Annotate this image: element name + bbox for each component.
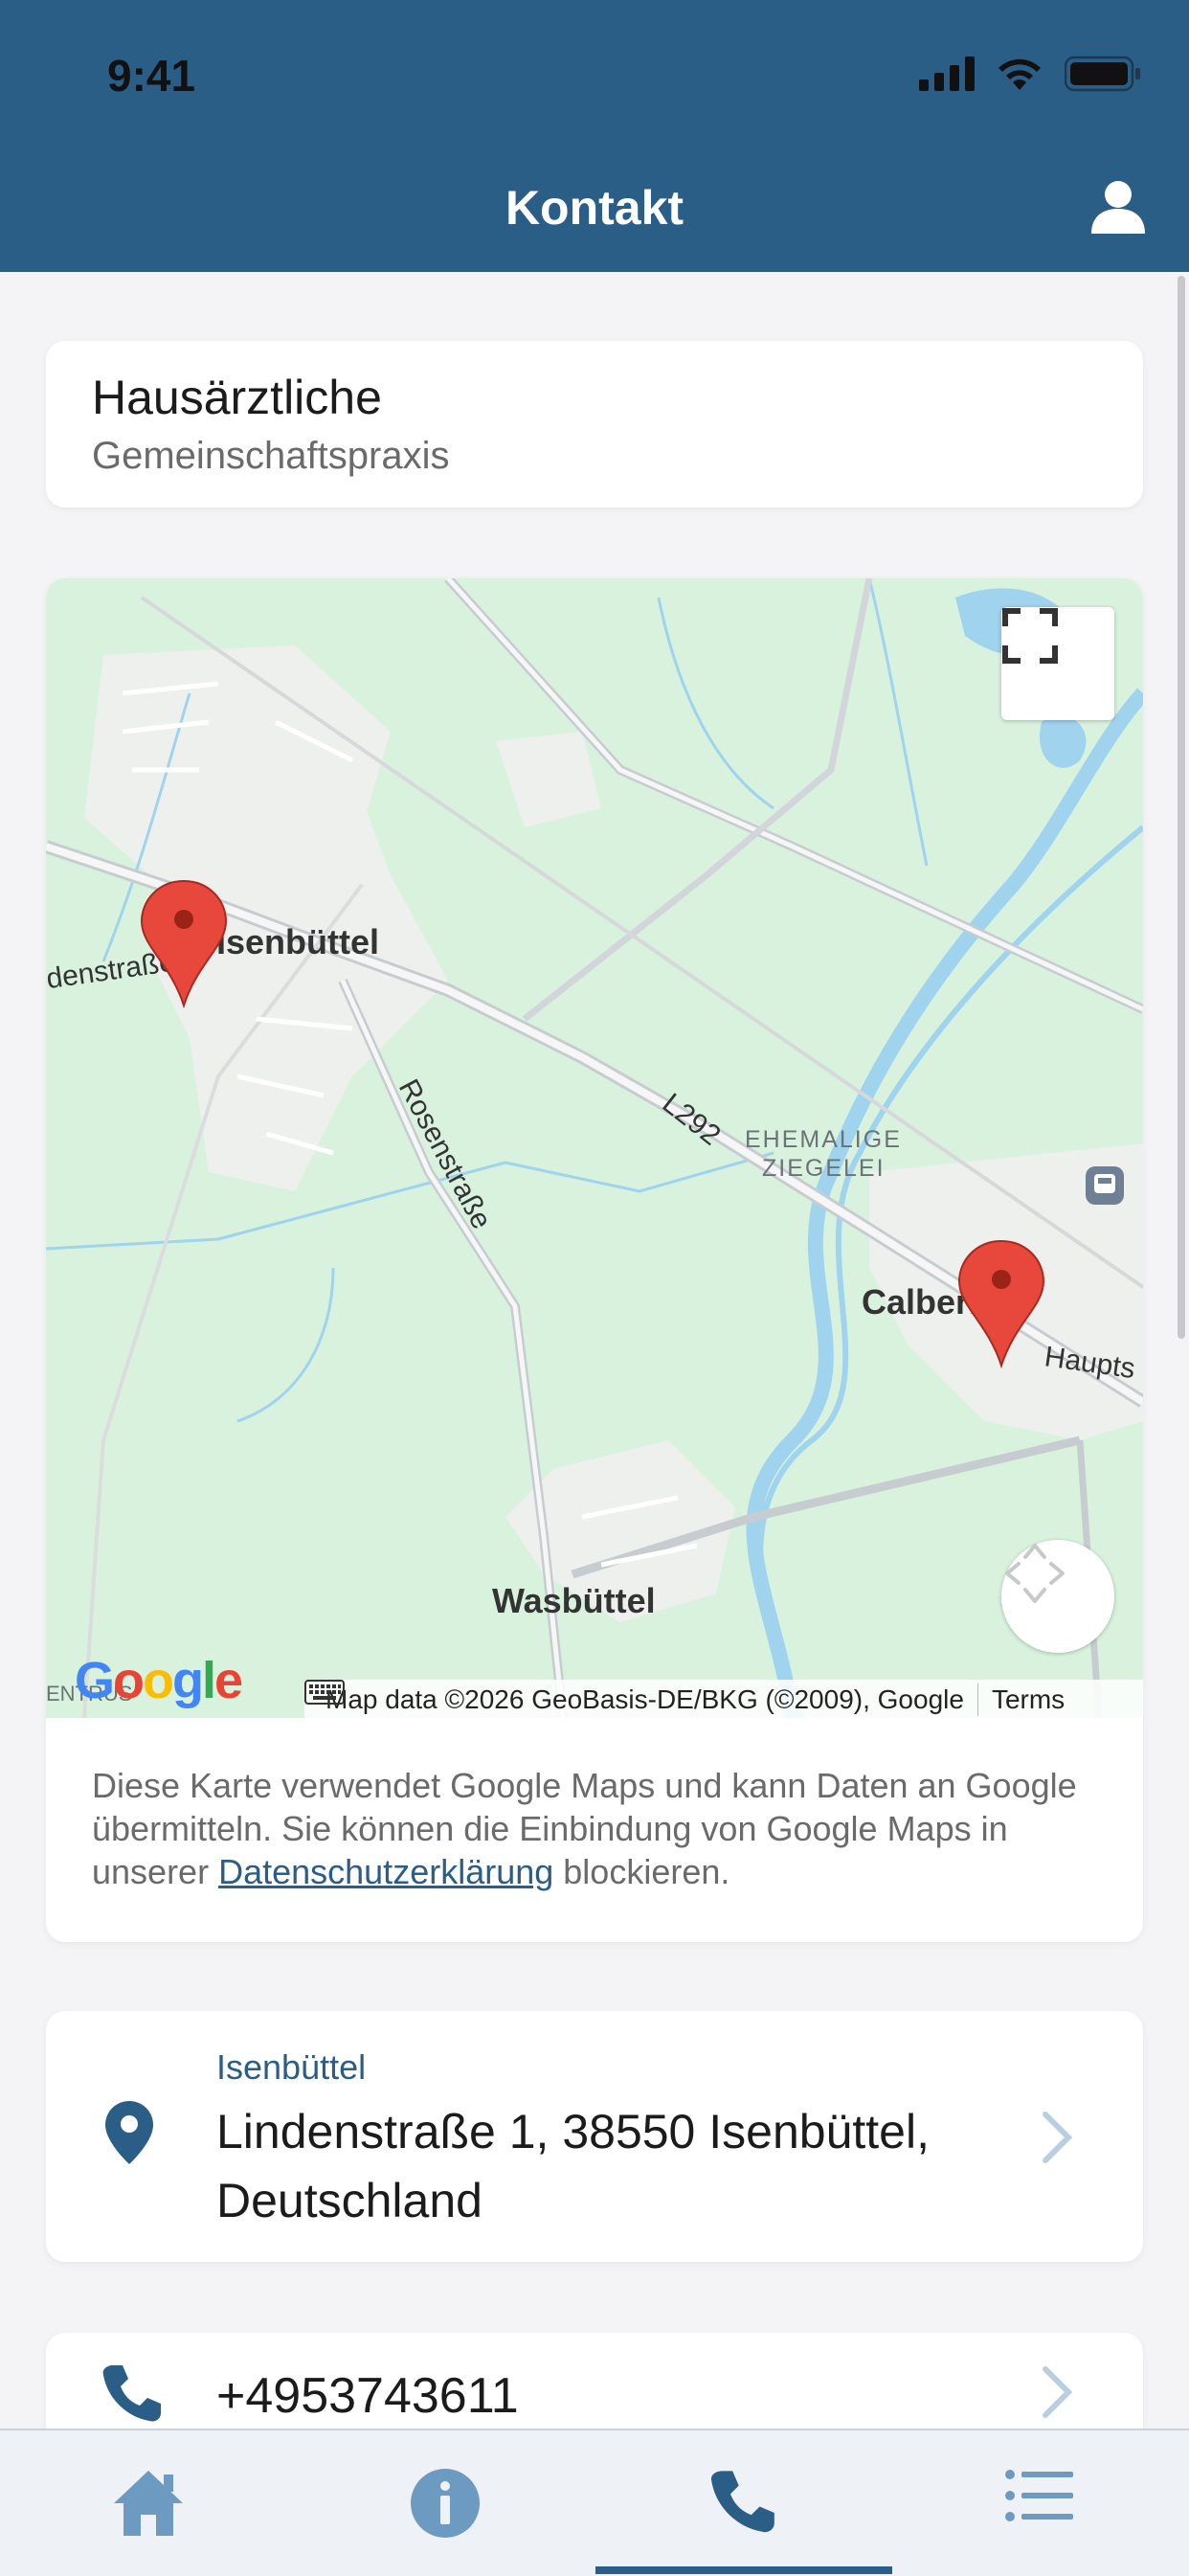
status-icons (919, 56, 1141, 92)
map-graphic: Isenbüttel Calberlah Wasbüttel denstraße… (46, 578, 1143, 1718)
wifi-icon (998, 58, 1041, 90)
map-label-rosenstrasse: Rosenstraße (393, 1074, 498, 1234)
terms-link[interactable]: Terms (992, 1684, 1065, 1715)
signal-icon (919, 56, 975, 91)
home-icon (114, 2471, 183, 2536)
tab-contact[interactable] (594, 2430, 890, 2576)
attribution-divider (976, 1683, 978, 1716)
battery-icon (1065, 56, 1140, 92)
chevron-right-icon (1040, 2109, 1074, 2171)
google-logo: Google (75, 1652, 243, 1709)
map-label-isenbuettel: Isenbüttel (216, 922, 379, 961)
app-header: 9:41 Kontakt (0, 0, 1189, 272)
phone-number: +4953743611 (216, 2368, 519, 2424)
tab-list[interactable] (890, 2430, 1187, 2576)
scrollbar[interactable] (1178, 276, 1185, 1339)
practice-subtitle: Gemeinschaftspraxis (92, 435, 450, 477)
page-title: Kontakt (505, 181, 684, 235)
pan-control-button[interactable] (1001, 1540, 1114, 1653)
tab-home[interactable] (0, 2430, 297, 2576)
privacy-policy-link[interactable]: Datenschutzerklärung (218, 1852, 553, 1891)
fullscreen-button[interactable] (1001, 607, 1114, 720)
map-card: Isenbüttel Calberlah Wasbüttel denstraße… (46, 578, 1143, 1942)
map-privacy-note: Diese Karte verwendet Google Maps und ka… (92, 1764, 1105, 1893)
attribution-text: Map data ©2026 GeoBasis-DE/BKG (©2009), … (325, 1684, 964, 1714)
map-label-poi-1: EHEMALIGE (745, 1126, 902, 1153)
address-card[interactable]: Isenbüttel Lindenstraße 1, 38550 Isenbüt… (46, 2011, 1143, 2262)
tab-info[interactable] (297, 2430, 594, 2576)
move-icon (1005, 1544, 1065, 1603)
map-label-l292: L292 (657, 1088, 727, 1152)
tab-bar (0, 2429, 1189, 2576)
map-label-wasbuettel: Wasbüttel (492, 1581, 656, 1620)
active-tab-indicator (595, 2566, 892, 2574)
map-label-poi-2: ZIEGELEI (762, 1155, 886, 1182)
phone-icon (100, 2361, 163, 2429)
keyboard-icon (304, 1680, 345, 1705)
phone-icon (710, 2471, 774, 2533)
practice-card: Hausärztliche Gemeinschaftspraxis (46, 341, 1143, 508)
profile-button[interactable] (1089, 178, 1147, 240)
address-label: Isenbüttel (216, 2047, 367, 2087)
fullscreen-icon (1002, 608, 1058, 664)
chevron-right-icon (1040, 2363, 1074, 2426)
train-station-icon (1086, 1166, 1124, 1205)
map-note-suffix: blockieren. (553, 1852, 730, 1891)
location-pin-icon (103, 2099, 155, 2171)
user-icon (1091, 181, 1145, 234)
list-icon (1005, 2470, 1073, 2521)
map-view[interactable]: Isenbüttel Calberlah Wasbüttel denstraße… (46, 578, 1143, 1720)
address-text: Lindenstraße 1, 38550 Isenbüttel, Deutsc… (216, 2105, 930, 2227)
info-icon (411, 2469, 480, 2538)
map-attribution: Map data ©2026 GeoBasis-DE/BKG (©2009), … (304, 1680, 1143, 1720)
practice-name: Hausärztliche (92, 371, 382, 424)
status-time: 9:41 (107, 51, 196, 101)
